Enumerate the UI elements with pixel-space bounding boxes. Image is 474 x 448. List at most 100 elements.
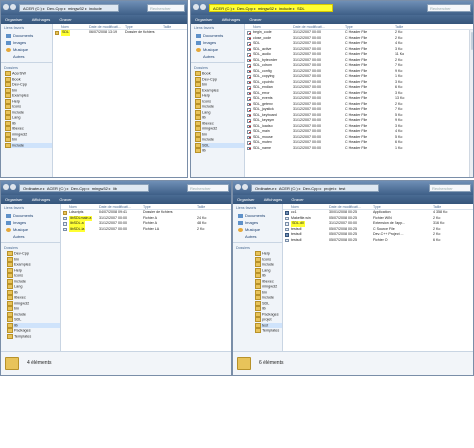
file-row[interactable]: testsdl 05/07/2008 00:25 Fichier O 6 Ko xyxy=(283,238,473,244)
breadcrumb-item[interactable]: mingw32 xyxy=(68,6,84,11)
burn-button[interactable]: Graver xyxy=(249,17,261,22)
breadcrumb-item[interactable]: Ordinateur xyxy=(255,186,274,191)
forward-icon[interactable] xyxy=(10,4,16,10)
favorite-more[interactable]: Autres xyxy=(1,233,60,240)
details-pane: 4 éléments xyxy=(1,351,231,375)
breadcrumb[interactable]: ACER (C:)▸ Dev-Cpp▸ mingw32▸ include xyxy=(19,4,119,12)
breadcrumb-item[interactable]: mingw32 xyxy=(92,186,108,191)
folders-header[interactable]: Dossiers xyxy=(233,242,282,251)
breadcrumb-item[interactable]: Dev-Cpp xyxy=(303,186,319,191)
burn-button[interactable]: Graver xyxy=(59,197,71,202)
organize-button[interactable]: Organiser xyxy=(5,197,23,202)
favorite-images[interactable]: Images xyxy=(1,219,60,226)
details-pane: 6 éléments xyxy=(233,351,473,375)
views-button[interactable]: Affichages xyxy=(32,17,51,22)
breadcrumb-item[interactable]: include xyxy=(89,6,102,11)
back-icon[interactable] xyxy=(3,184,9,190)
music-icon xyxy=(6,47,11,52)
back-icon[interactable] xyxy=(193,4,199,10)
views-button[interactable]: Affichages xyxy=(222,17,241,22)
tree-folder[interactable]: include xyxy=(5,142,52,148)
file-row[interactable]: SDL_name 31/12/2007 00:00 C Header File 1 K… xyxy=(245,146,473,152)
forward-icon[interactable] xyxy=(200,4,206,10)
file-row[interactable]: SDL 06/07/2008 13:19 Dossier de fichiers xyxy=(53,30,187,36)
breadcrumb[interactable]: Ordinateur▸ ACER (C:)▸ Dev-Cpp▸ projet▸ … xyxy=(251,184,379,192)
breadcrumb-item[interactable]: projet xyxy=(324,186,334,191)
rows: SDL 06/07/2008 13:19 Dossier de fichiers xyxy=(53,30,187,36)
views-button[interactable]: Affichages xyxy=(32,197,51,202)
explorer-window-include: ACER (C:)▸ Dev-Cpp▸ mingw32▸ include Rec… xyxy=(0,0,188,178)
favorite-images[interactable]: Images xyxy=(191,39,244,46)
favorite-documents[interactable]: Documents xyxy=(1,32,52,39)
breadcrumb-item[interactable]: ACER (C:) xyxy=(47,186,66,191)
favorite-more[interactable]: Autres xyxy=(233,233,282,240)
favorite-music[interactable]: Musique xyxy=(191,46,244,53)
favorite-documents[interactable]: Documents xyxy=(191,32,244,39)
breadcrumb[interactable]: ACER (C:)▸ Dev-Cpp▸ mingw32▸ include▸ SD… xyxy=(209,4,333,12)
search-input[interactable]: Rechercher xyxy=(429,184,471,192)
favorite-images[interactable]: Images xyxy=(233,219,282,226)
file-icon xyxy=(285,222,289,226)
breadcrumb-item[interactable]: ACER (C:) xyxy=(23,6,42,11)
favorite-music[interactable]: Musique xyxy=(1,46,52,53)
nav-buttons[interactable] xyxy=(235,184,249,192)
search-input[interactable]: Rechercher xyxy=(147,4,185,12)
file-row[interactable]: libSDL.la 31/12/2007 00:00 Fichier LA 2 Ko xyxy=(61,226,231,232)
breadcrumb-item[interactable]: Dev-Cpp xyxy=(71,186,87,191)
breadcrumb-item[interactable]: lib xyxy=(113,186,117,191)
breadcrumb-item[interactable]: test xyxy=(339,186,345,191)
images-icon xyxy=(238,220,243,225)
breadcrumb-item[interactable]: ACER (C:) xyxy=(213,6,232,11)
header-file-icon xyxy=(247,141,251,145)
organize-button[interactable]: Organiser xyxy=(237,197,255,202)
nav-buttons[interactable] xyxy=(3,4,17,12)
forward-icon[interactable] xyxy=(10,184,16,190)
header-file-icon xyxy=(247,64,251,68)
file-list: Nom Date de modificati... Type Taille SD… xyxy=(53,24,187,177)
search-input[interactable]: Rechercher xyxy=(427,4,471,12)
tree-folder[interactable]: lib xyxy=(195,148,244,154)
application-icon xyxy=(285,211,289,215)
header-file-icon xyxy=(247,124,251,128)
favorite-more[interactable]: Autres xyxy=(1,53,52,60)
folders-header[interactable]: Dossiers xyxy=(191,62,244,71)
file-icon xyxy=(285,238,289,242)
breadcrumb-item[interactable]: Dev-Cpp xyxy=(47,6,63,11)
breadcrumb-item[interactable]: ACER (C:) xyxy=(279,186,298,191)
breadcrumb-item[interactable]: Dev-Cpp xyxy=(237,6,253,11)
file-icon xyxy=(285,216,289,220)
music-icon xyxy=(238,227,243,232)
nav-buttons[interactable] xyxy=(193,4,207,12)
favorite-documents[interactable]: Documents xyxy=(233,212,282,219)
favorite-music[interactable]: Musique xyxy=(1,226,60,233)
burn-button[interactable]: Graver xyxy=(291,197,303,202)
back-icon[interactable] xyxy=(235,184,241,190)
vertical-scrollbar[interactable] xyxy=(469,30,473,177)
folders-header[interactable]: Dossiers xyxy=(1,242,60,251)
organize-button[interactable]: Organiser xyxy=(5,17,23,22)
organize-button[interactable]: Organiser xyxy=(195,17,213,22)
folders-header[interactable]: Dossiers xyxy=(1,62,52,71)
views-button[interactable]: Affichages xyxy=(264,197,283,202)
favorite-images[interactable]: Images xyxy=(1,39,52,46)
favorite-more[interactable]: Autres xyxy=(191,53,244,60)
breadcrumb-item[interactable]: Ordinateur xyxy=(23,186,42,191)
breadcrumb-item[interactable]: include xyxy=(279,6,292,11)
tree-folder[interactable]: Templates xyxy=(7,334,60,340)
breadcrumb-item[interactable]: mingw32 xyxy=(258,6,274,11)
favorite-music[interactable]: Musique xyxy=(233,226,282,233)
explorer-window-lib: Ordinateur▸ ACER (C:)▸ Dev-Cpp▸ mingw32▸… xyxy=(0,180,232,376)
breadcrumb-item[interactable]: SDL xyxy=(297,6,305,11)
search-input[interactable]: Rechercher xyxy=(187,184,229,192)
burn-button[interactable]: Graver xyxy=(59,17,71,22)
nav-buttons[interactable] xyxy=(3,184,17,192)
favorite-documents[interactable]: Documents xyxy=(1,212,60,219)
breadcrumb[interactable]: Ordinateur▸ ACER (C:)▸ Dev-Cpp▸ mingw32▸… xyxy=(19,184,149,192)
file-list: Nom Date de modificati... Type Taille cc… xyxy=(283,204,473,351)
forward-icon[interactable] xyxy=(242,184,248,190)
images-icon xyxy=(6,40,11,45)
tree-folder[interactable]: Templates xyxy=(255,328,282,334)
navigation-pane: Liens favoris Documents Images Musique A… xyxy=(1,24,53,177)
back-icon[interactable] xyxy=(3,4,9,10)
header-file-icon xyxy=(247,91,251,95)
